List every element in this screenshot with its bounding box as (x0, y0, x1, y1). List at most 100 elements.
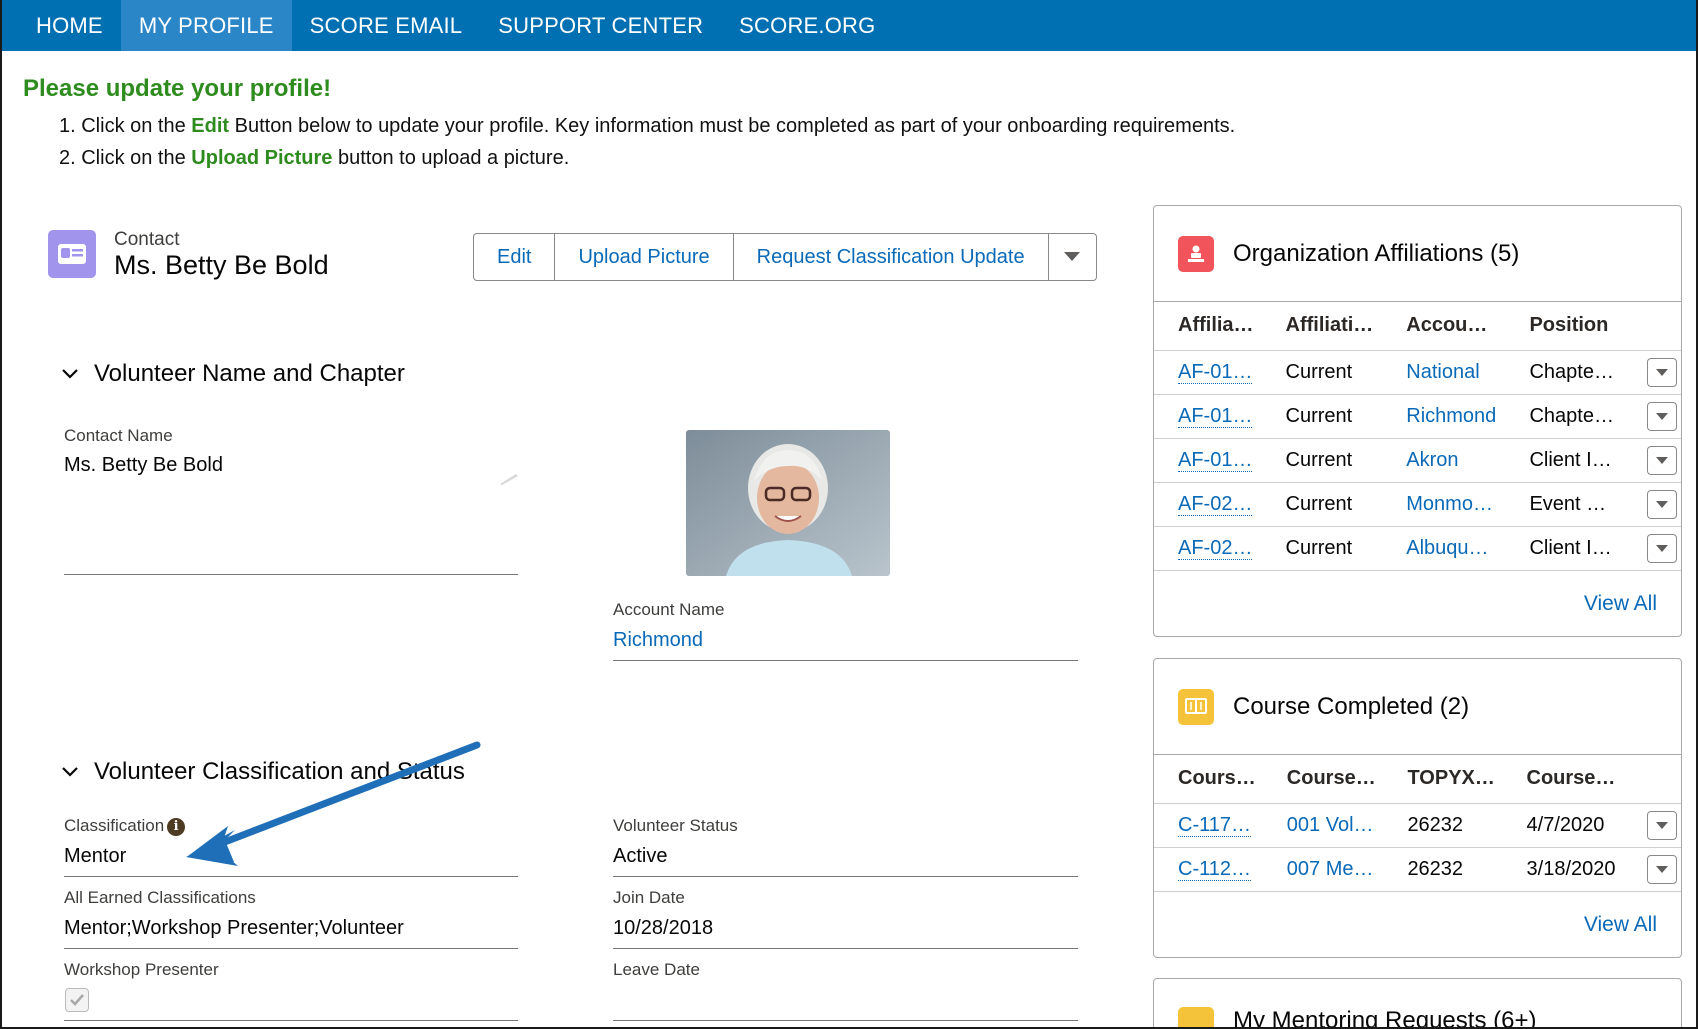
divider (64, 876, 518, 877)
volunteer-status-value: Active (613, 845, 668, 867)
chevron-down-icon (1655, 412, 1668, 420)
courses-table: Cours… Course… TOPYX… Course… C-117… 001… (1154, 755, 1681, 892)
row-actions-button[interactable] (1646, 489, 1677, 519)
row-actions-button[interactable] (1646, 533, 1677, 563)
table-cell: 26232 (1383, 802, 1503, 847)
view-all-courses-link[interactable]: View All (1584, 913, 1657, 937)
table-cell: Current (1261, 437, 1383, 482)
table-row: C-117… 001 Vol… 26232 4/7/2020 (1154, 802, 1681, 847)
affiliation-icon (1178, 235, 1214, 272)
row-actions-button[interactable] (1647, 810, 1678, 840)
column-header[interactable]: Accou… (1382, 302, 1505, 350)
nav-my-profile[interactable]: MY PROFILE (120, 0, 292, 51)
info-icon[interactable]: i (167, 818, 186, 836)
column-header[interactable]: Affilia… (1154, 302, 1262, 350)
chevron-down-icon (1655, 368, 1668, 376)
chevron-down-icon (1655, 456, 1668, 464)
divider (64, 948, 518, 949)
card-title: Organization Affiliations (5) (1233, 239, 1520, 267)
intro-step-1: 1. Click on the Edit Button below to upd… (59, 115, 1236, 137)
nav-score-email[interactable]: SCORE EMAIL (292, 0, 481, 51)
table-cell: Current (1261, 525, 1383, 571)
account-name-link[interactable]: Richmond (613, 629, 703, 652)
section-volunteer-name-chapter[interactable]: Volunteer Name and Chapter (60, 360, 405, 388)
row-actions-button[interactable] (1646, 401, 1677, 431)
workshop-presenter-checkbox[interactable] (65, 988, 89, 1012)
table-cell: 3/18/2020 (1502, 846, 1624, 892)
affiliation-id-link[interactable]: AF-01… (1178, 404, 1253, 428)
nav-support-center[interactable]: SUPPORT CENTER (480, 0, 721, 51)
table-cell: Client I… (1505, 437, 1623, 482)
pencil-icon[interactable] (498, 472, 520, 486)
column-header[interactable]: Affiliati… (1262, 302, 1383, 350)
affiliation-id-link[interactable]: AF-02… (1178, 536, 1253, 560)
organization-affiliations-card: Organization Affiliations (5) Affilia… A… (1153, 205, 1682, 637)
row-actions-button[interactable] (1647, 854, 1678, 884)
account-name-label: Account Name (613, 600, 725, 619)
row-actions-button[interactable] (1646, 445, 1677, 475)
affiliation-id-link[interactable]: AF-01… (1178, 360, 1253, 384)
chevron-down-icon (1655, 544, 1668, 552)
request-classification-update-button[interactable]: Request Classification Update (734, 234, 1049, 280)
chevron-down-icon (1655, 500, 1668, 508)
column-header[interactable]: Position (1505, 302, 1622, 350)
account-link[interactable]: Albuqu… (1382, 525, 1506, 571)
top-navigation: HOME MY PROFILE SCORE EMAIL SUPPORT CENT… (2, 0, 1696, 51)
upload-picture-button[interactable]: Upload Picture (555, 234, 734, 280)
chevron-down-icon (62, 767, 78, 777)
course-id-link[interactable]: C-112… (1178, 857, 1251, 881)
chevron-down-icon (1656, 821, 1669, 829)
account-link[interactable]: National (1382, 349, 1506, 394)
earned-classifications-value: Mentor;Workshop Presenter;Volunteer (64, 917, 404, 939)
account-link[interactable]: Akron (1382, 437, 1506, 482)
table-cell: Current (1261, 349, 1383, 394)
book-icon (1178, 688, 1214, 725)
divider (64, 574, 518, 575)
mentoring-requests-card: My Mentoring Requests (6+) (1153, 978, 1682, 1029)
card-title: My Mentoring Requests (6+) (1233, 1007, 1537, 1029)
nav-home[interactable]: HOME (18, 0, 121, 51)
column-header[interactable]: TOPYX… (1383, 755, 1502, 803)
divider (613, 876, 1078, 877)
account-link[interactable]: Richmond (1382, 393, 1506, 438)
contact-name-label: Contact Name (64, 426, 173, 445)
table-cell: Chapte… (1505, 393, 1623, 438)
table-cell: Current (1261, 393, 1383, 438)
contact-name-value: Ms. Betty Be Bold (64, 454, 223, 476)
table-header-row: Cours… Course… TOPYX… Course… (1154, 755, 1681, 803)
affiliation-id-link[interactable]: AF-02… (1178, 492, 1253, 516)
column-header[interactable]: Course… (1503, 755, 1624, 803)
card-title: Course Completed (2) (1233, 692, 1470, 720)
divider (613, 948, 1078, 949)
table-header-row: Affilia… Affiliati… Accou… Position (1154, 302, 1681, 350)
edit-highlight: Edit (191, 115, 230, 137)
course-name-link[interactable]: 001 Vol… (1262, 802, 1384, 847)
table-cell: Current (1261, 481, 1383, 526)
account-link[interactable]: Monmo… (1382, 481, 1506, 526)
course-name-link[interactable]: 007 Me… (1262, 846, 1384, 892)
table-row: AF-01… Current Richmond Chapte… (1154, 393, 1681, 438)
table-cell: 4/7/2020 (1502, 802, 1624, 847)
course-id-link[interactable]: C-117… (1178, 813, 1251, 837)
more-actions-button[interactable] (1049, 234, 1096, 280)
chevron-down-icon (1656, 865, 1669, 873)
section-volunteer-classification-status[interactable]: Volunteer Classification and Status (60, 758, 465, 786)
edit-button[interactable]: Edit (474, 234, 556, 280)
profile-photo (686, 430, 890, 576)
volunteer-status-label: Volunteer Status (613, 816, 738, 835)
view-all-affiliations-link[interactable]: View All (1584, 592, 1657, 616)
affiliation-id-link[interactable]: AF-01… (1178, 448, 1253, 472)
row-actions-button[interactable] (1646, 357, 1677, 387)
card-header: Course Completed (2) (1154, 659, 1681, 755)
workshop-presenter-label: Workshop Presenter (64, 960, 219, 979)
mentoring-icon (1178, 1007, 1214, 1027)
table-row: C-112… 007 Me… 26232 3/18/2020 (1154, 846, 1681, 892)
checkmark-icon (70, 994, 84, 1006)
column-header[interactable]: Cours… (1154, 755, 1263, 803)
intro-title: Please update your profile! (23, 75, 332, 102)
nav-score-org[interactable]: SCORE.ORG (721, 0, 893, 51)
table-row: AF-02… Current Monmo… Event … (1154, 481, 1681, 526)
table-cell: Chapte… (1505, 349, 1623, 394)
column-header[interactable]: Course… (1263, 755, 1384, 803)
page-frame: HOME MY PROFILE SCORE EMAIL SUPPORT CENT… (0, 0, 1698, 1029)
